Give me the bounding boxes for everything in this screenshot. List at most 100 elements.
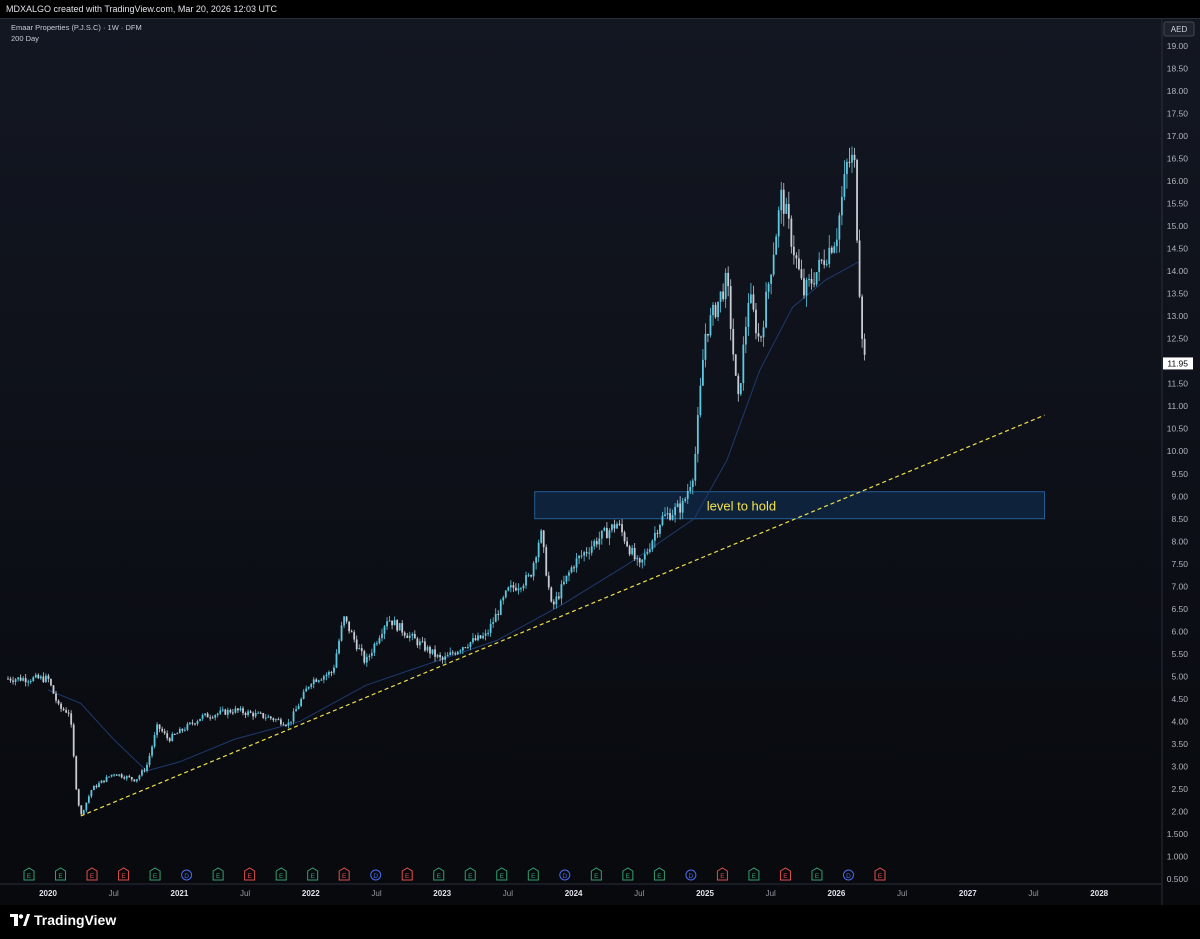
candle-body <box>557 596 560 599</box>
candle-body <box>785 204 788 214</box>
time-tick-label: Jul <box>1028 889 1038 898</box>
candle-body <box>532 562 535 577</box>
candle-body <box>194 723 196 725</box>
candle-body <box>815 272 818 285</box>
candle-body <box>638 558 641 563</box>
candle-body <box>775 236 778 255</box>
candle-body <box>307 686 310 689</box>
candle-body <box>464 647 467 649</box>
candle-body <box>782 189 785 214</box>
candle-body <box>333 667 335 673</box>
candle-body <box>535 557 538 563</box>
candle-body <box>585 552 588 554</box>
candle-body <box>55 693 57 701</box>
candle-body <box>322 676 325 680</box>
candle-body <box>724 272 727 300</box>
candle-body <box>98 783 100 788</box>
candle-body <box>338 640 340 654</box>
candle-body <box>545 547 548 576</box>
candle-body <box>32 677 35 682</box>
candle-body <box>633 548 636 560</box>
candle-body <box>570 567 573 573</box>
candle-body <box>406 635 409 638</box>
candle-body <box>636 558 639 560</box>
price-tick-label: 11.50 <box>1167 379 1188 389</box>
candle-body <box>737 375 740 395</box>
price-tick-label: 7.50 <box>1171 559 1188 569</box>
candle-body <box>818 259 821 273</box>
candle-body <box>105 776 108 782</box>
candle-body <box>239 708 242 711</box>
price-tick-label: 7.00 <box>1171 581 1188 591</box>
candle-body <box>206 713 209 718</box>
candle-body <box>434 649 436 657</box>
candle-body <box>118 774 121 776</box>
candle-body <box>702 359 704 386</box>
tradingview-logo[interactable]: TradingView <box>10 912 116 928</box>
candle-body <box>648 549 651 553</box>
price-tick-label: 18.00 <box>1167 86 1189 96</box>
candle-body <box>244 713 247 715</box>
candle-body <box>704 333 707 360</box>
candle-body <box>39 676 42 679</box>
candle-body <box>863 338 866 355</box>
candle-body <box>593 541 596 547</box>
candle-body <box>93 785 95 791</box>
price-tick-label: 8.50 <box>1171 514 1188 524</box>
candle-body <box>50 678 52 686</box>
candle-body <box>856 160 858 241</box>
candle-body <box>770 274 773 284</box>
candle-body <box>664 514 666 516</box>
candle-body <box>851 154 853 163</box>
price-tick-label: 15.00 <box>1167 221 1189 231</box>
candle-body <box>186 723 189 730</box>
candle-body <box>17 677 20 680</box>
candle-body <box>426 646 429 651</box>
candle-body <box>57 700 60 704</box>
footer-bar <box>0 905 1200 939</box>
candle-body <box>87 796 90 803</box>
candle-body <box>19 677 22 681</box>
price-axis[interactable]: AED 19.00 18.50 18.00 17.50 17.00 16.50 16.00 15… <box>1161 19 1195 905</box>
candle-body <box>717 301 719 318</box>
candle-body <box>378 638 381 644</box>
candle-body <box>613 524 616 529</box>
candle-body <box>353 632 356 640</box>
price-tick-label: 12.50 <box>1167 334 1189 344</box>
support-zone[interactable] <box>534 491 1045 520</box>
candle-body <box>393 620 396 626</box>
price-tick-label: 8.00 <box>1171 536 1188 546</box>
candle-body <box>226 709 229 715</box>
candle-body <box>224 709 227 715</box>
time-tick-label: 2027 <box>959 889 977 898</box>
candle-body <box>219 710 222 714</box>
price-tick-label: 5.50 <box>1171 649 1188 659</box>
candle-body <box>853 154 856 161</box>
support-trendline[interactable] <box>80 414 1045 817</box>
time-axis[interactable]: 2020 Jul 2021 Jul 2022 Jul 2023 Jul 2024 Jul 2025 J… <box>0 883 1162 898</box>
candle-body <box>77 789 80 806</box>
candle-body <box>583 552 586 556</box>
candle-body <box>762 327 765 338</box>
time-tick-label: 2025 <box>696 889 714 898</box>
price-tick-label: 2.00 <box>1171 806 1188 816</box>
candle-body <box>292 711 295 722</box>
candle-body <box>835 239 838 247</box>
candle-body <box>340 625 343 641</box>
candle-body <box>489 623 492 633</box>
candle-body <box>181 728 184 731</box>
candle-body <box>386 621 388 627</box>
candle-body <box>85 802 88 811</box>
candle-body <box>739 383 742 395</box>
candle-body <box>631 548 634 555</box>
candle-body <box>429 646 431 654</box>
price-chart[interactable]: level to hold E E E E E D E E E E E D E E E E E D E E E D E E E E… <box>0 0 1200 939</box>
event-marker-label: E <box>657 873 662 880</box>
candle-body <box>62 708 65 711</box>
candle-body <box>272 718 275 721</box>
candle-body <box>646 552 649 554</box>
candle-body <box>656 532 659 534</box>
candle-body <box>408 635 411 638</box>
price-tick-label: 16.50 <box>1167 154 1189 164</box>
candle-body <box>838 215 841 240</box>
